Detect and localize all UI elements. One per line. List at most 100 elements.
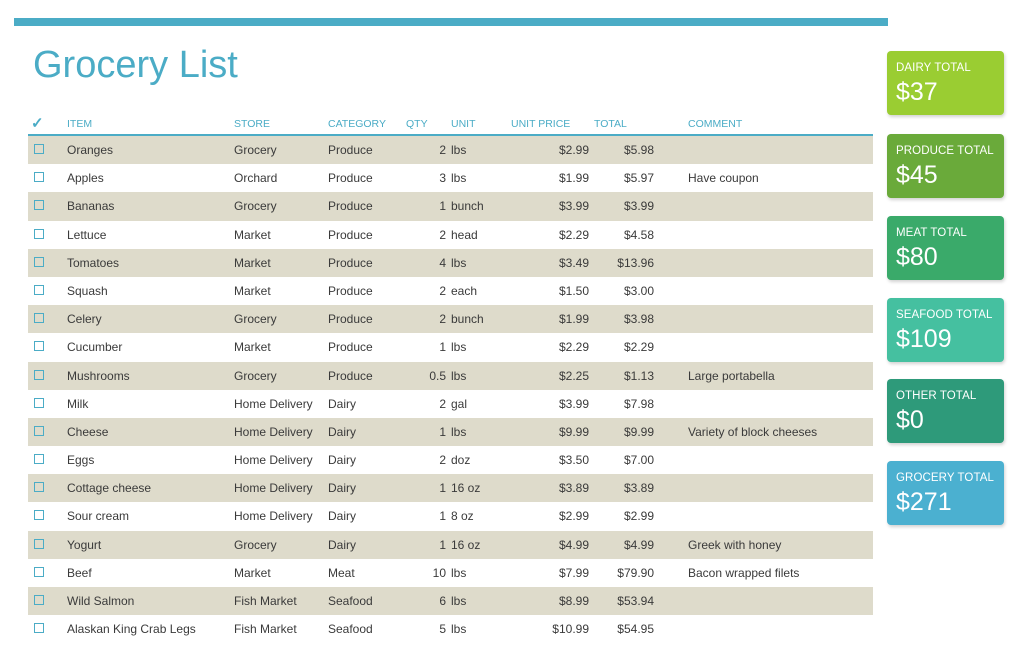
store-cell[interactable]: Market — [234, 256, 271, 270]
unit-price-cell[interactable]: $2.29 — [559, 228, 589, 242]
store-cell[interactable]: Grocery — [234, 369, 277, 383]
table-row[interactable]: Celery Grocery Produce 2 bunch $1.99 $3.98 — [28, 305, 873, 334]
category-cell[interactable]: Produce — [328, 171, 373, 185]
column-header-store[interactable]: STORE — [234, 118, 270, 130]
table-row[interactable]: Cottage cheese Home Delivery Dairy 1 16 oz $3… — [28, 474, 873, 503]
item-cell[interactable]: Apples — [67, 171, 104, 185]
row-checkbox[interactable] — [34, 200, 44, 211]
row-checkbox[interactable] — [34, 510, 44, 521]
qty-cell[interactable]: 1 — [439, 199, 446, 213]
total-cell[interactable]: $1.13 — [624, 369, 654, 383]
item-cell[interactable]: Squash — [67, 284, 108, 298]
item-cell[interactable]: Tomatoes — [67, 256, 119, 270]
category-cell[interactable]: Produce — [328, 143, 373, 157]
store-cell[interactable]: Market — [234, 340, 271, 354]
row-checkbox[interactable] — [34, 595, 44, 605]
unit-price-cell[interactable]: $3.89 — [559, 481, 589, 495]
category-cell[interactable]: Dairy — [328, 481, 356, 495]
unit-cell[interactable]: bunch — [451, 312, 484, 326]
unit-price-cell[interactable]: $2.99 — [559, 143, 589, 157]
unit-cell[interactable]: doz — [451, 453, 470, 467]
category-cell[interactable]: Seafood — [328, 622, 373, 636]
unit-price-cell[interactable]: $2.29 — [559, 340, 589, 354]
table-row[interactable]: Lettuce Market Produce 2 head $2.29 $4.58 — [28, 221, 873, 249]
store-cell[interactable]: Grocery — [234, 143, 277, 157]
unit-cell[interactable]: 16 oz — [451, 481, 480, 495]
item-cell[interactable]: Cottage cheese — [67, 481, 151, 495]
store-cell[interactable]: Grocery — [234, 312, 277, 326]
table-row[interactable]: Cucumber Market Produce 1 lbs $2.29 $2.29 — [28, 333, 873, 361]
qty-cell[interactable]: 0.5 — [429, 369, 446, 383]
item-cell[interactable]: Lettuce — [67, 228, 106, 242]
category-cell[interactable]: Dairy — [328, 538, 356, 552]
table-row[interactable]: Eggs Home Delivery Dairy 2 doz $3.50 $7.00 — [28, 446, 873, 474]
comment-cell[interactable]: Have coupon — [688, 171, 759, 185]
store-cell[interactable]: Home Delivery — [234, 453, 313, 467]
table-row[interactable]: Tomatoes Market Produce 4 lbs $3.49 $13.96 — [28, 248, 873, 277]
total-cell[interactable]: $13.96 — [617, 256, 654, 270]
qty-cell[interactable]: 2 — [439, 312, 446, 326]
qty-cell[interactable]: 4 — [439, 256, 446, 270]
total-cell[interactable]: $3.99 — [624, 199, 654, 213]
comment-cell[interactable]: Greek with honey — [688, 538, 781, 552]
qty-cell[interactable]: 2 — [439, 397, 446, 411]
qty-cell[interactable]: 3 — [439, 171, 446, 185]
qty-cell[interactable]: 1 — [439, 509, 446, 523]
unit-cell[interactable]: lbs — [451, 143, 466, 157]
item-cell[interactable]: Oranges — [67, 143, 113, 157]
category-cell[interactable]: Dairy — [328, 425, 356, 439]
unit-cell[interactable]: each — [451, 284, 477, 298]
table-row[interactable]: Bananas Grocery Produce 1 bunch $3.99 $3.99 — [28, 192, 873, 221]
unit-cell[interactable]: 16 oz — [451, 538, 480, 552]
total-cell[interactable]: $2.29 — [624, 340, 654, 354]
qty-cell[interactable]: 1 — [439, 481, 446, 495]
qty-cell[interactable]: 10 — [433, 566, 446, 580]
row-checkbox[interactable] — [34, 482, 44, 493]
column-header-comment[interactable]: COMMENT — [688, 118, 742, 130]
unit-cell[interactable]: lbs — [451, 566, 466, 580]
unit-price-cell[interactable]: $1.99 — [559, 312, 589, 326]
row-checkbox[interactable] — [34, 369, 44, 380]
total-cell[interactable]: $3.98 — [624, 312, 654, 326]
total-cell[interactable]: $5.98 — [624, 143, 654, 157]
column-header-unit-price[interactable]: UNIT PRICE — [511, 118, 570, 130]
row-checkbox[interactable] — [34, 228, 44, 239]
unit-cell[interactable]: lbs — [451, 425, 466, 439]
item-cell[interactable]: Bananas — [67, 199, 114, 213]
comment-cell[interactable]: Large portabella — [688, 369, 775, 383]
category-cell[interactable]: Produce — [328, 312, 373, 326]
category-cell[interactable]: Dairy — [328, 453, 356, 467]
total-cell[interactable]: $5.97 — [624, 171, 654, 185]
qty-cell[interactable]: 2 — [439, 284, 446, 298]
column-header-category[interactable]: CATEGORY — [328, 118, 386, 130]
store-cell[interactable]: Fish Market — [234, 594, 297, 608]
store-cell[interactable]: Market — [234, 284, 271, 298]
unit-price-cell[interactable]: $4.99 — [559, 538, 589, 552]
item-cell[interactable]: Eggs — [67, 453, 94, 467]
row-checkbox[interactable] — [34, 538, 44, 549]
unit-cell[interactable]: lbs — [451, 256, 466, 270]
comment-cell[interactable]: Bacon wrapped filets — [688, 566, 799, 580]
unit-price-cell[interactable]: $3.49 — [559, 256, 589, 270]
table-row[interactable]: Milk Home Delivery Dairy 2 gal $3.99 $7.98 — [28, 390, 873, 418]
store-cell[interactable]: Market — [234, 228, 271, 242]
total-cell[interactable]: $9.99 — [624, 425, 654, 439]
unit-price-cell[interactable]: $3.99 — [559, 397, 589, 411]
qty-cell[interactable]: 1 — [439, 538, 446, 552]
item-cell[interactable]: Cucumber — [67, 340, 122, 354]
total-cell[interactable]: $79.90 — [617, 566, 654, 580]
total-cell[interactable]: $3.00 — [624, 284, 654, 298]
category-cell[interactable]: Meat — [328, 566, 355, 580]
store-cell[interactable]: Orchard — [234, 171, 277, 185]
store-cell[interactable]: Market — [234, 566, 271, 580]
row-checkbox[interactable] — [34, 454, 44, 465]
unit-price-cell[interactable]: $7.99 — [559, 566, 589, 580]
table-row[interactable]: Squash Market Produce 2 each $1.50 $3.00 — [28, 277, 873, 305]
row-checkbox[interactable] — [34, 256, 44, 267]
item-cell[interactable]: Mushrooms — [67, 369, 130, 383]
row-checkbox[interactable] — [34, 341, 44, 352]
table-row[interactable]: Alaskan King Crab Legs Fish Market Seafood… — [28, 615, 873, 643]
table-row[interactable]: Beef Market Meat 10 lbs $7.99 $79.90 Bacon wrap… — [28, 559, 873, 587]
column-header-unit[interactable]: UNIT — [451, 118, 476, 130]
unit-cell[interactable]: lbs — [451, 369, 466, 383]
